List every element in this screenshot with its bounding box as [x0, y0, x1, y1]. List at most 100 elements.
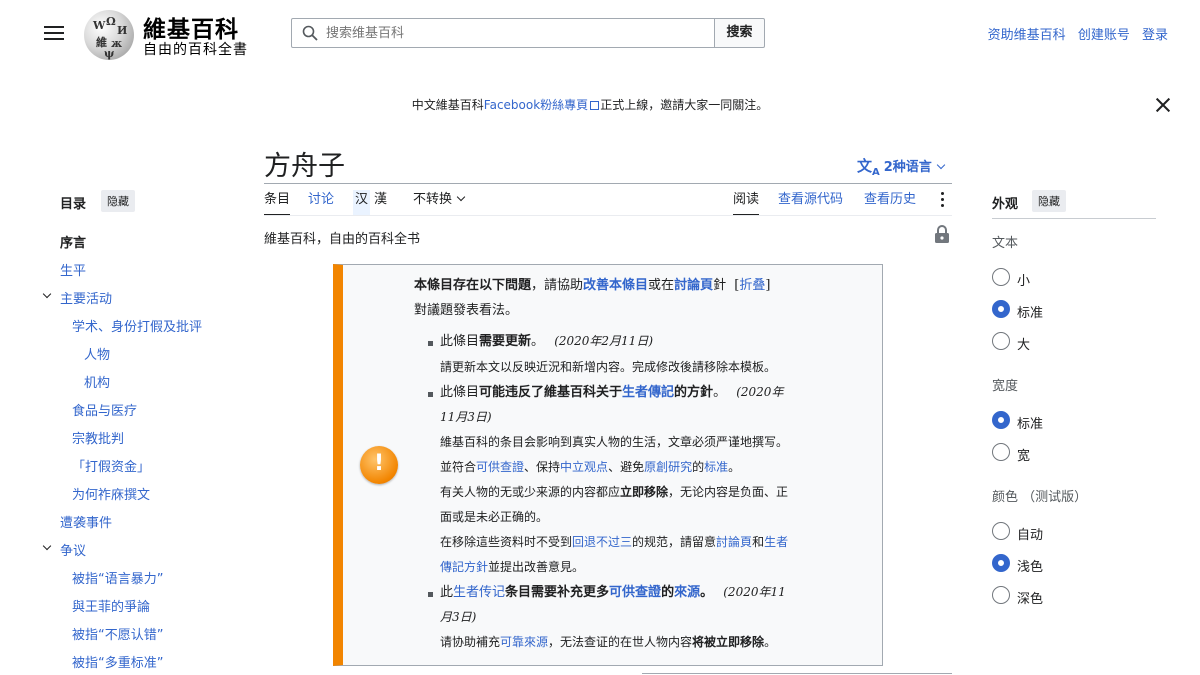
more-actions-icon[interactable] — [940, 191, 946, 209]
desc-text: 並符合 — [440, 460, 477, 474]
width-standard-label[interactable]: 标准 — [1017, 413, 1043, 432]
verifiability-link[interactable]: 可供查證 — [476, 460, 524, 474]
create-account-link[interactable]: 创建账号 — [1078, 28, 1130, 43]
search-button[interactable]: 搜索 — [714, 18, 765, 48]
desc-text: 有关人物的无或少来源的内容都应 — [440, 485, 621, 499]
improve-article-link[interactable]: 改善本條目 — [583, 278, 648, 293]
toc-item-intro[interactable]: 序言 — [60, 232, 86, 251]
tab-read[interactable]: 阅读 — [733, 190, 760, 216]
color-light-radio[interactable] — [992, 554, 1010, 572]
toc-item-refuse-admit[interactable]: 被指“不愿认错” — [72, 624, 163, 643]
toc-expand-chevron-icon[interactable] — [42, 289, 52, 299]
toc-item-academic[interactable]: 学术、身份打假及批评 — [72, 316, 202, 335]
three-revert-rule-link[interactable]: 回退不过三 — [572, 535, 632, 549]
tab-variant-traditional[interactable]: 漢 — [374, 190, 387, 216]
site-notice-prefix: 中文維基百科 — [411, 98, 484, 112]
main-menu-button[interactable] — [44, 26, 64, 42]
color-dark-label[interactable]: 深色 — [1017, 588, 1043, 607]
issue-sources-date-cont: 月3日) — [440, 605, 476, 630]
search-input[interactable] — [326, 19, 706, 47]
mbox-header-line1: 本條目存在以下問題，請協助改善本條目或在討論頁針 [折叠] — [414, 273, 770, 298]
blp-policy-link[interactable]: 傳記方針 — [440, 560, 488, 574]
site-notice: 中文維基百科Facebook粉絲專頁 正式上線，邀請大家一同關注。 — [0, 96, 1180, 113]
text-size-standard-label[interactable]: 标准 — [1017, 302, 1043, 321]
toc-item-controversy[interactable]: 争议 — [60, 540, 86, 559]
desc-text: 的规范，請留意 — [632, 535, 717, 549]
issue-text: 。 — [713, 385, 727, 400]
tab-variant-simplified[interactable]: 汉 — [353, 190, 371, 216]
blp-link[interactable]: 生者傳記 — [622, 385, 674, 400]
toc-item-verbal-violence[interactable]: 被指“语言暴力” — [72, 568, 163, 587]
toc-item-institutions[interactable]: 机构 — [84, 372, 110, 391]
toc-item-activities[interactable]: 主要活动 — [60, 288, 112, 307]
toc-hide-button[interactable]: 隐藏 — [101, 190, 135, 212]
tab-talk[interactable]: 讨论 — [308, 190, 334, 216]
login-link[interactable]: 登录 — [1142, 28, 1168, 43]
text-size-small-radio[interactable] — [992, 268, 1010, 286]
toc-item-funding[interactable]: 「打假资金」 — [72, 456, 150, 475]
desc-bold: 将被立即移除 — [692, 635, 765, 649]
issue-text: 此 — [440, 585, 454, 600]
standard-link[interactable]: 标准 — [704, 460, 728, 474]
issue-blp-desc1: 維基百科的条目会影响到真实人物的生活，文章必须严谨地撰写。 — [440, 435, 789, 449]
appearance-divider — [992, 218, 1156, 219]
color-auto-radio[interactable] — [992, 522, 1010, 540]
issue-blp-line: 此條目可能违反了維基百科关于生者傳記的方針。 (2020年 — [440, 380, 783, 405]
donate-link[interactable]: 资助维基百科 — [988, 28, 1066, 43]
tab-view-source[interactable]: 查看源代码 — [778, 190, 843, 216]
desc-text: 、避免 — [608, 460, 645, 474]
npov-link[interactable]: 中立观点 — [560, 460, 608, 474]
toc-item-biography[interactable]: 生平 — [60, 260, 86, 279]
text-size-large-label[interactable]: 大 — [1017, 334, 1030, 353]
text-size-large-radio[interactable] — [992, 332, 1010, 350]
reliable-sources-link[interactable]: 可靠來源 — [500, 635, 548, 649]
issue-text: 此條目 — [440, 385, 480, 400]
issue-bold: 需要更新 — [479, 334, 532, 349]
search-icon — [302, 25, 318, 41]
mbox-header-end: 針 — [713, 278, 727, 293]
width-wide-label[interactable]: 宽 — [1017, 445, 1030, 464]
tab-article[interactable]: 条目 — [264, 190, 291, 216]
appearance-hide-button[interactable]: 隐藏 — [1032, 190, 1066, 212]
collapse-control: [折叠] — [734, 278, 771, 293]
desc-text: 。 — [728, 460, 741, 474]
facebook-page-link[interactable]: Facebook粉絲專頁 — [484, 98, 588, 112]
blp-link[interactable]: 生者传记 — [453, 585, 505, 600]
toc-item-double-standard[interactable]: 被指“多重标准” — [72, 652, 163, 671]
no-original-research-link[interactable]: 原創研究 — [644, 460, 692, 474]
text-size-standard-radio[interactable] — [992, 300, 1010, 318]
text-size-small-label[interactable]: 小 — [1017, 270, 1030, 289]
issue-bold: 的 — [661, 585, 675, 600]
verifiability-link[interactable]: 可供查證 — [609, 585, 661, 600]
toc-item-persons[interactable]: 人物 — [84, 344, 110, 363]
tab-history[interactable]: 查看历史 — [864, 190, 916, 216]
lock-icon[interactable] — [934, 225, 950, 243]
issue-update-desc: 請更新本文以反映近況和新增内容。完成修改後請移除本模板。 — [440, 360, 777, 374]
toc-item-faye-wong[interactable]: 與王菲的爭論 — [72, 596, 150, 615]
language-selector-button[interactable]: 文A 2种语言 — [857, 155, 946, 178]
close-notice-icon[interactable] — [1154, 96, 1172, 114]
site-notice-suffix: 正式上線，邀請大家一同關注。 — [600, 98, 769, 112]
talk-page-link[interactable]: 討論頁 — [716, 535, 752, 549]
color-auto-label[interactable]: 自动 — [1017, 524, 1043, 543]
search-box[interactable] — [291, 18, 715, 48]
wikipedia-globe-logo[interactable]: WΩИ 維жψ — [84, 10, 134, 60]
toc-item-he-zuoxiu[interactable]: 为何祚庥撰文 — [72, 484, 150, 503]
width-wide-radio[interactable] — [992, 443, 1010, 461]
color-light-label[interactable]: 浅色 — [1017, 556, 1043, 575]
tab-no-convert[interactable]: 不转换 — [413, 190, 466, 216]
mbox-header-line2: 對議題發表看法。 — [414, 303, 519, 318]
color-dark-radio[interactable] — [992, 586, 1010, 604]
sources-link[interactable]: 來源 — [674, 585, 700, 600]
collapse-link[interactable]: 折叠 — [739, 278, 765, 293]
width-standard-radio[interactable] — [992, 411, 1010, 429]
toc-expand-chevron-icon[interactable] — [42, 541, 52, 551]
toc-item-attack[interactable]: 遭袭事件 — [60, 512, 112, 531]
chevron-down-icon — [936, 160, 946, 170]
toc-item-food-medicine[interactable]: 食品与医疗 — [72, 400, 137, 419]
issue-sources-line: 此生者传记条目需要补充更多可供查證的來源。 (2020年11 — [440, 580, 786, 605]
title-divider — [264, 183, 952, 184]
talk-page-link[interactable]: 討論頁 — [674, 278, 713, 293]
toc-item-religion[interactable]: 宗教批判 — [72, 428, 124, 447]
blp-policy-link[interactable]: 生者 — [764, 535, 788, 549]
